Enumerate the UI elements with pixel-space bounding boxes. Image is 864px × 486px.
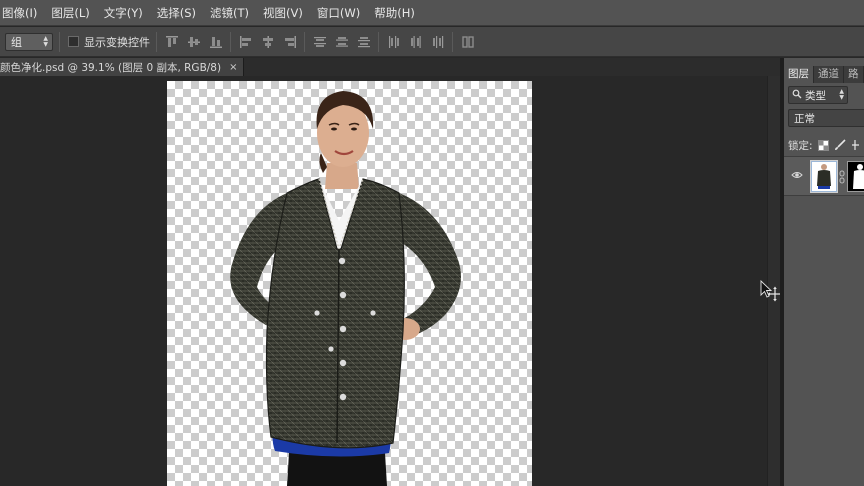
auto-select-dropdown[interactable]: 组 ▲ ▼ — [5, 32, 53, 51]
menu-type[interactable]: 文字(Y) — [97, 0, 150, 26]
close-icon[interactable]: × — [229, 62, 237, 73]
menu-layer[interactable]: 图层(L) — [44, 0, 96, 26]
menu-select[interactable]: 选择(S) — [150, 0, 203, 26]
lock-transparent-icon[interactable] — [817, 139, 829, 151]
layers-panel: 图层 通道 路 类型 ▲ ▼ 正常 锁定: — [784, 58, 864, 486]
menu-bar: 图像(I) 图层(L) 文字(Y) 选择(S) 滤镜(T) 视图(V) 窗口(W… — [0, 0, 864, 26]
tab-layers[interactable]: 图层 — [784, 66, 814, 83]
lock-label: 锁定: — [788, 139, 813, 152]
show-transform-controls[interactable]: 显示变换控件 — [68, 34, 150, 50]
document-tab-strip: 颜色净化.psd @ 39.1% (图层 0 副本, RGB/8) × — [0, 58, 780, 76]
align-h-group — [237, 34, 298, 50]
dropdown-arrows-icon: ▲ ▼ — [43, 34, 48, 48]
tab-channels[interactable]: 通道 — [814, 66, 844, 83]
layer-row[interactable] — [784, 156, 864, 196]
menu-image[interactable]: 图像(I) — [0, 0, 44, 26]
align-group — [163, 34, 224, 50]
layer-filter-row: 类型 ▲ ▼ — [788, 86, 864, 104]
separator — [230, 31, 231, 52]
layer-filter-value: 类型 — [805, 89, 826, 102]
document-tab[interactable]: 颜色净化.psd @ 39.1% (图层 0 副本, RGB/8) × — [0, 58, 245, 76]
separator — [156, 31, 157, 52]
auto-align-group — [459, 34, 476, 50]
auto-align-layers-icon[interactable] — [459, 34, 476, 50]
lock-move-icon[interactable] — [851, 139, 859, 151]
distribute-hcenter-icon[interactable] — [407, 34, 424, 50]
show-transform-checkbox[interactable] — [68, 36, 79, 47]
document-canvas[interactable] — [167, 81, 532, 486]
tab-paths[interactable]: 路 — [844, 66, 864, 83]
distribute-h-group — [385, 34, 446, 50]
link-icon[interactable] — [839, 170, 845, 187]
blend-mode-dropdown[interactable]: 正常 — [788, 109, 864, 127]
align-right-icon[interactable] — [281, 34, 298, 50]
auto-select-value: 组 — [11, 35, 22, 49]
options-bar: 组 ▲ ▼ 显示变换控件 — [0, 27, 864, 57]
separator — [378, 31, 379, 52]
canvas-workspace[interactable] — [0, 76, 767, 486]
separator — [304, 31, 305, 52]
eye-icon[interactable] — [791, 170, 803, 183]
document-tab-title: 颜色净化.psd @ 39.1% (图层 0 副本, RGB/8) — [0, 61, 222, 74]
align-left-icon[interactable] — [237, 34, 254, 50]
lock-brush-icon[interactable] — [834, 139, 846, 151]
menu-help[interactable]: 帮助(H) — [367, 0, 422, 26]
separator — [59, 31, 60, 52]
distribute-v-group — [311, 34, 372, 50]
show-transform-label: 显示变换控件 — [84, 35, 150, 49]
dropdown-arrows-icon: ▲ ▼ — [839, 88, 844, 101]
lock-row: 锁定: — [788, 137, 864, 153]
layers-panel-tabs: 图层 通道 路 — [784, 66, 864, 83]
model-photo — [230, 91, 461, 486]
distribute-right-icon[interactable] — [429, 34, 446, 50]
layer-mask-thumbnail[interactable] — [847, 161, 864, 192]
align-top-icon[interactable] — [163, 34, 180, 50]
distribute-top-icon[interactable] — [311, 34, 328, 50]
menu-filter[interactable]: 滤镜(T) — [203, 0, 256, 26]
separator — [452, 31, 453, 52]
menu-window[interactable]: 窗口(W) — [310, 0, 367, 26]
align-vcenter-icon[interactable] — [185, 34, 202, 50]
distribute-bottom-icon[interactable] — [355, 34, 372, 50]
distribute-vcenter-icon[interactable] — [333, 34, 350, 50]
distribute-left-icon[interactable] — [385, 34, 402, 50]
align-bottom-icon[interactable] — [207, 34, 224, 50]
move-cursor-icon — [760, 279, 783, 307]
blend-mode-value: 正常 — [794, 112, 815, 125]
search-icon — [792, 89, 802, 102]
menu-view[interactable]: 视图(V) — [256, 0, 310, 26]
align-hcenter-icon[interactable] — [259, 34, 276, 50]
layer-filter-dropdown[interactable]: 类型 ▲ ▼ — [788, 86, 848, 104]
layer-thumbnail[interactable] — [810, 160, 838, 193]
